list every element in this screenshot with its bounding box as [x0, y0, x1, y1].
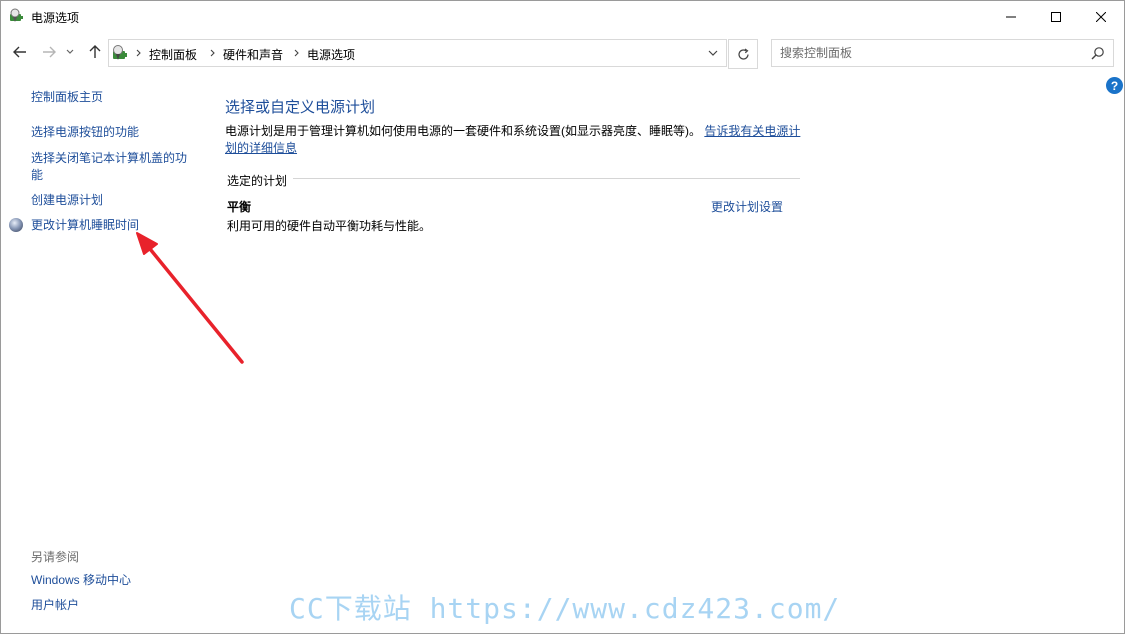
sidebar-item-sleep-time[interactable]: 更改计算机睡眠时间	[31, 217, 139, 234]
sidebar-item-lid-close-line1[interactable]: 选择关闭笔记本计算机盖的功	[31, 150, 187, 167]
annotation-arrow	[136, 232, 244, 364]
selected-plan-heading: 选定的计划	[227, 174, 288, 188]
chevron-down-icon	[708, 50, 718, 56]
see-also-mobility-center[interactable]: Windows 移动中心	[31, 572, 131, 589]
plan-description: 利用可用的硬件自动平衡功耗与性能。	[227, 219, 432, 233]
maximize-icon	[1051, 11, 1061, 22]
sidebar-item-lid-close-line2[interactable]: 能	[31, 167, 43, 184]
see-also-user-accounts[interactable]: 用户帐户	[31, 597, 79, 614]
sidebar-item-create-plan[interactable]: 创建电源计划	[31, 192, 103, 209]
plan-name[interactable]: 平衡	[227, 198, 251, 215]
maximize-button[interactable]	[1033, 1, 1079, 32]
power-options-window: 电源选项 控制面板 硬件和声音 电源选项 搜索控制面板 ? 控制面板主页 选择电…	[0, 0, 1125, 634]
chevron-down-icon	[66, 49, 74, 54]
minimize-icon	[1006, 16, 1016, 17]
control-panel-icon	[113, 45, 127, 60]
learn-more-link[interactable]: 告诉我有关电源计	[704, 124, 800, 138]
refresh-button[interactable]	[728, 39, 758, 69]
sleep-moon-icon	[9, 218, 23, 232]
back-arrow-icon	[13, 46, 26, 58]
minimize-button[interactable]	[988, 1, 1034, 32]
window-title: 电源选项	[31, 11, 80, 25]
refresh-icon	[737, 48, 749, 60]
back-button[interactable]	[10, 43, 30, 61]
change-plan-settings-link[interactable]: 更改计划设置	[711, 198, 783, 215]
breadcrumb-control-panel[interactable]: 控制面板	[149, 46, 197, 63]
chevron-right-icon	[291, 46, 303, 60]
close-icon	[1096, 11, 1106, 22]
search-box[interactable]	[771, 39, 1114, 67]
forward-button[interactable]	[39, 43, 59, 61]
forward-arrow-icon	[43, 46, 56, 58]
description-text: 电源计划是用于管理计算机如何使用电源的一套硬件和系统设置(如显示器亮度、睡眠等)…	[225, 124, 701, 138]
up-button[interactable]	[85, 43, 105, 61]
address-dropdown-button[interactable]	[700, 40, 726, 66]
breadcrumb-power-options[interactable]: 电源选项	[307, 46, 355, 63]
recent-locations-button[interactable]	[64, 43, 76, 61]
page-title: 选择或自定义电源计划	[225, 99, 376, 116]
breadcrumb-hardware-sound[interactable]: 硬件和声音	[223, 46, 283, 63]
watermark: CC下载站 https://www.cdz423.com/	[289, 592, 841, 625]
chevron-right-icon	[207, 46, 219, 60]
chevron-right-icon	[133, 46, 145, 60]
title-bar: 电源选项	[1, 1, 1124, 32]
close-button[interactable]	[1078, 1, 1124, 32]
sidebar-item-control-panel-home[interactable]: 控制面板主页	[31, 89, 103, 106]
learn-more-link-continued[interactable]: 划的详细信息	[225, 141, 297, 155]
search-input[interactable]	[780, 44, 1080, 62]
search-icon[interactable]	[1091, 46, 1105, 60]
address-bar[interactable]: 控制面板 硬件和声音 电源选项	[108, 39, 727, 67]
up-arrow-icon	[89, 45, 101, 58]
help-icon[interactable]: ?	[1106, 77, 1123, 94]
section-divider	[293, 178, 800, 179]
navigation-bar: 控制面板 硬件和声音 电源选项	[1, 35, 1124, 69]
see-also-heading: 另请参阅	[31, 550, 80, 564]
sidebar-item-power-buttons[interactable]: 选择电源按钮的功能	[31, 124, 139, 141]
page-description: 电源计划是用于管理计算机如何使用电源的一套硬件和系统设置(如显示器亮度、睡眠等)…	[225, 123, 805, 157]
power-options-icon	[10, 8, 23, 22]
